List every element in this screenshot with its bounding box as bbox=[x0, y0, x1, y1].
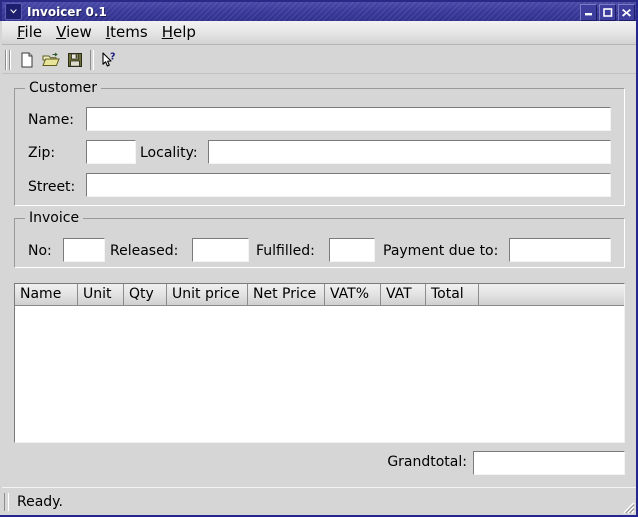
resize-grip-icon[interactable] bbox=[619, 498, 635, 514]
status-bar: Ready. bbox=[2, 487, 636, 515]
close-button[interactable] bbox=[618, 4, 635, 21]
svg-text:?: ? bbox=[110, 51, 116, 62]
invoice-payment-due-input[interactable] bbox=[509, 238, 611, 262]
column-header-vat-pct[interactable]: VAT% bbox=[325, 284, 381, 306]
customer-zip-label: Zip: bbox=[28, 145, 56, 161]
open-document-button[interactable] bbox=[39, 48, 63, 71]
invoice-no-label: No: bbox=[28, 243, 52, 259]
tool-bar: ? bbox=[2, 46, 636, 74]
save-document-button[interactable] bbox=[63, 48, 87, 71]
maximize-icon bbox=[603, 8, 613, 17]
toolbar-separator bbox=[90, 49, 94, 70]
menu-item-file[interactable]: File bbox=[10, 23, 49, 42]
new-document-button[interactable] bbox=[15, 48, 39, 71]
column-header-unit[interactable]: Unit bbox=[78, 284, 124, 306]
open-folder-icon bbox=[42, 52, 60, 66]
new-document-icon bbox=[21, 52, 33, 67]
column-header-name[interactable]: Name bbox=[15, 284, 78, 306]
column-header-filler bbox=[479, 284, 624, 306]
menu-item-help[interactable]: Help bbox=[155, 23, 203, 42]
column-header-total[interactable]: Total bbox=[426, 284, 479, 306]
customer-street-input[interactable] bbox=[86, 173, 611, 197]
items-table-body[interactable] bbox=[15, 306, 624, 442]
invoice-fulfilled-input[interactable] bbox=[329, 238, 375, 262]
menu-bar: File View Items Help bbox=[2, 21, 636, 45]
column-header-vat[interactable]: VAT bbox=[381, 284, 426, 306]
grandtotal-input[interactable] bbox=[473, 451, 625, 475]
customer-locality-input[interactable] bbox=[208, 140, 611, 164]
invoice-fulfilled-label: Fulfilled: bbox=[256, 243, 315, 259]
close-icon bbox=[622, 9, 631, 17]
customer-name-input[interactable] bbox=[86, 107, 611, 131]
title-bar[interactable]: Invoicer 0.1 bbox=[0, 0, 636, 21]
save-floppy-icon bbox=[68, 52, 82, 67]
invoice-released-label: Released: bbox=[110, 243, 179, 259]
menu-item-items[interactable]: Items bbox=[99, 23, 155, 42]
customer-locality-label: Locality: bbox=[140, 145, 198, 161]
column-header-qty[interactable]: Qty bbox=[124, 284, 167, 306]
menu-item-view[interactable]: View bbox=[49, 23, 99, 42]
maximize-button[interactable] bbox=[599, 4, 616, 21]
whats-this-button[interactable]: ? bbox=[97, 48, 121, 71]
customer-zip-input[interactable] bbox=[86, 140, 136, 164]
invoice-released-input[interactable] bbox=[192, 238, 249, 262]
minimize-icon bbox=[585, 13, 592, 16]
status-bar-grip bbox=[4, 492, 9, 511]
invoice-no-input[interactable] bbox=[63, 238, 105, 262]
invoice-payment-due-label: Payment due to: bbox=[383, 243, 499, 259]
minimize-button[interactable] bbox=[580, 4, 597, 21]
customer-street-label: Street: bbox=[28, 179, 76, 195]
toolbar-drag-handle[interactable] bbox=[5, 49, 12, 71]
whats-this-icon: ? bbox=[102, 51, 116, 67]
status-message: Ready. bbox=[17, 493, 63, 510]
grandtotal-label: Grandtotal: bbox=[387, 454, 467, 470]
window-controls bbox=[580, 4, 635, 21]
invoice-group-title: Invoice bbox=[25, 210, 84, 226]
items-table-header: Name Unit Qty Unit price Net Price VAT% … bbox=[15, 284, 624, 306]
customer-name-label: Name: bbox=[28, 112, 75, 128]
items-table[interactable]: Name Unit Qty Unit price Net Price VAT% … bbox=[14, 283, 625, 443]
application-window: Invoicer 0.1 File View Items Help ? Cust… bbox=[0, 0, 638, 517]
chevron-down-icon[interactable] bbox=[5, 3, 22, 20]
customer-group-title: Customer bbox=[25, 80, 102, 96]
window-title: Invoicer 0.1 bbox=[27, 4, 107, 19]
column-header-net-price[interactable]: Net Price bbox=[248, 284, 325, 306]
column-header-unit-price[interactable]: Unit price bbox=[167, 284, 248, 306]
